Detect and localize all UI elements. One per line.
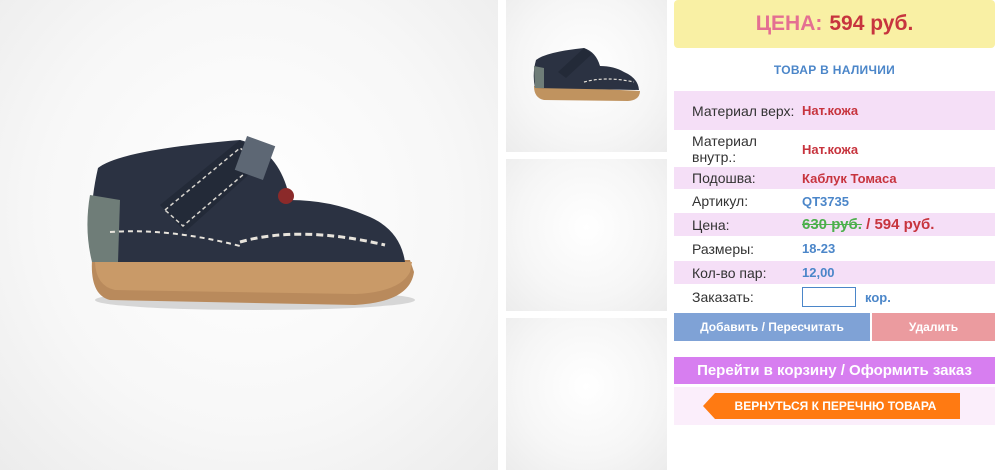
spec-row-pairs: Кол-во пар: 12,00: [674, 261, 995, 284]
back-button-container: ВЕРНУТЬСЯ К ПЕРЕЧНЮ ТОВАРА: [674, 387, 995, 425]
spec-value: Нат.кожа: [802, 103, 859, 118]
spec-label: Кол-во пар:: [692, 264, 767, 281]
delete-button[interactable]: Удалить: [872, 313, 995, 341]
quantity-input[interactable]: [802, 287, 856, 307]
old-price: 630 руб.: [802, 216, 862, 233]
price-values: 630 руб. / 594 руб.: [802, 216, 934, 233]
spec-value: 18-23: [802, 241, 836, 256]
price-label: ЦЕНА:: [755, 12, 823, 35]
spec-row-sole: Подошва: Каблук Томаса: [674, 167, 995, 189]
spec-label: Подошва:: [692, 170, 756, 186]
spec-label: Цена:: [692, 216, 730, 233]
spec-label: Размеры:: [692, 240, 755, 257]
spec-row-material-top: Материал верх: Нат.кожа: [674, 91, 995, 130]
product-info-panel: ЦЕНА: 594 руб. ТОВАР В НАЛИЧИИ Материал …: [674, 0, 995, 475]
spec-label: Заказать:: [692, 289, 754, 305]
price-separator: /: [861, 216, 875, 233]
spec-row-article: Артикул: QT3735: [674, 190, 995, 212]
spec-label: Материал верх:: [692, 102, 795, 119]
thumbnail-3[interactable]: [506, 318, 667, 470]
spec-row-price: Цена: 630 руб. / 594 руб.: [674, 213, 995, 236]
spec-value: 12,00: [802, 265, 835, 280]
spec-row-material-inner: Материал внутр.: Нат.кожа: [674, 133, 995, 165]
new-price: 594 руб.: [874, 216, 935, 233]
back-to-list-button[interactable]: ВЕРНУТЬСЯ К ПЕРЕЧНЮ ТОВАРА: [703, 393, 960, 419]
shoe-image: [87, 135, 415, 310]
price-value: 594 руб.: [829, 12, 914, 35]
shoe-thumbnail-image: [533, 48, 640, 101]
main-product-image[interactable]: [0, 0, 498, 470]
stock-status: ТОВАР В НАЛИЧИИ: [773, 63, 896, 77]
spec-label: Артикул:: [692, 193, 749, 209]
price-banner: ЦЕНА: 594 руб.: [674, 0, 995, 48]
thumbnail-1[interactable]: [506, 0, 667, 152]
spec-value: QT3735: [802, 193, 849, 209]
go-to-cart-button[interactable]: Перейти в корзину / Оформить заказ: [674, 357, 995, 384]
quantity-unit: кор.: [865, 289, 891, 305]
add-recalculate-button[interactable]: Добавить / Пересчитать: [674, 313, 870, 341]
spec-value: Нат.кожа: [802, 141, 859, 157]
spec-row-order: Заказать: кор.: [674, 285, 995, 309]
thumbnail-2[interactable]: [506, 159, 667, 311]
spec-value: Каблук Томаса: [802, 170, 897, 186]
spec-row-sizes: Размеры: 18-23: [674, 237, 995, 260]
spec-label: Материал внутр.:: [692, 133, 757, 165]
